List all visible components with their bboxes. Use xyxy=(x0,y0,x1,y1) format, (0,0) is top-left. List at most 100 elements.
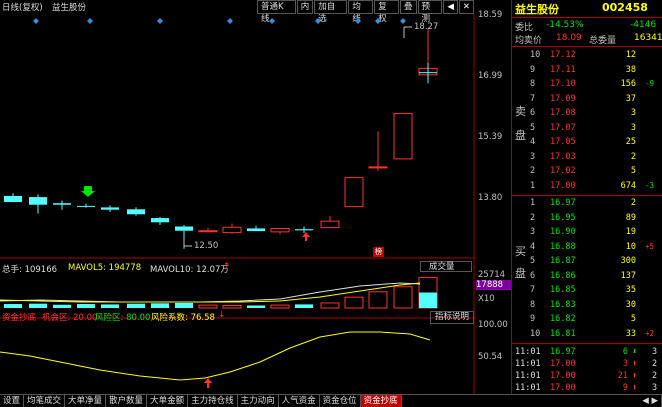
quote-stock-name: 益生股份 xyxy=(515,3,559,16)
order-change: +5 xyxy=(645,241,655,251)
order-book-row[interactable]: 4 17.05 25 xyxy=(512,137,662,149)
risk-coefficient: 风险系数: 76.58 xyxy=(151,313,215,323)
divider xyxy=(512,343,662,344)
order-level: 5 xyxy=(530,256,536,266)
order-volume: 3 xyxy=(630,122,636,133)
order-book-row[interactable]: 7 16.85 35 xyxy=(512,285,662,297)
candle-body xyxy=(77,205,95,207)
order-price: 16.85 xyxy=(550,285,576,295)
volume-axis-label: 25714 xyxy=(478,270,506,280)
candle-body xyxy=(320,220,340,229)
order-book-row[interactable]: 10 16.81 33 +2 xyxy=(512,329,662,341)
order-price: 17.00 xyxy=(550,180,576,191)
tab[interactable]: 大单金额 xyxy=(147,395,189,407)
candlestick xyxy=(393,112,413,160)
volume-bar xyxy=(127,303,145,308)
price-axis-label: 15.39 xyxy=(478,132,503,142)
order-volume: 3 xyxy=(630,108,636,118)
order-level: 3 xyxy=(530,151,536,162)
volume-bar xyxy=(320,302,340,309)
order-volume: 137 xyxy=(620,270,636,281)
candle-body xyxy=(393,112,413,160)
tick-time: 11:01 xyxy=(515,371,541,381)
order-volume: 674 xyxy=(620,180,636,191)
order-book-row[interactable]: 2 16.95 89 xyxy=(512,213,662,225)
order-volume: 89 xyxy=(625,212,636,223)
indicator-dropdown[interactable]: 成交量 xyxy=(420,261,472,272)
candle-body xyxy=(368,166,388,169)
order-book-row[interactable]: 3 16.90 19 xyxy=(512,227,662,239)
order-book-row[interactable]: 8 17.10 156 -9 xyxy=(512,79,662,91)
order-book-row[interactable]: 10 17.12 12 xyxy=(512,50,662,62)
order-level: 8 xyxy=(530,79,536,89)
order-volume: 38 xyxy=(625,64,636,75)
candlestick xyxy=(127,207,145,216)
kline-chart-panel: 日线(复权) 益生股份 普通K线 内 加自选 均线 复权 叠 预测 ◀ ✕ 18… xyxy=(0,0,512,394)
order-level: 3 xyxy=(530,227,536,237)
order-level: 2 xyxy=(530,166,536,176)
ranking-badge[interactable]: 榜 xyxy=(373,247,384,257)
order-volume: 35 xyxy=(625,285,636,295)
tab[interactable]: 散户数量 xyxy=(106,395,148,407)
order-volume: 33 xyxy=(625,328,636,339)
order-book-row[interactable]: 1 17.00 674 -3 xyxy=(512,181,662,193)
candle-body xyxy=(53,203,71,205)
tab[interactable]: 人气资金 xyxy=(279,395,320,407)
candle-body xyxy=(198,230,218,233)
order-price: 17.05 xyxy=(550,137,576,147)
tick-count: 2 xyxy=(652,371,658,381)
tick-count: 3 xyxy=(652,347,658,357)
order-level: 4 xyxy=(530,137,536,147)
candle-body xyxy=(4,195,22,203)
volume-bar xyxy=(101,304,119,308)
tab[interactable]: 资金仓位 xyxy=(320,395,361,407)
tab[interactable]: 设置 xyxy=(0,395,25,407)
tab[interactable]: 主力持仓线 xyxy=(188,395,238,407)
volume-bar xyxy=(368,291,388,309)
volume-bar xyxy=(151,303,169,308)
candlestick xyxy=(29,194,47,214)
volume-bar xyxy=(53,304,71,308)
tab[interactable]: 主力动向 xyxy=(238,395,279,407)
avg-sell-value: 18.09 xyxy=(556,33,582,43)
volume-total: 总手: 109166 xyxy=(2,265,58,275)
order-book-row[interactable]: 7 17.09 37 xyxy=(512,94,662,106)
chart-canvas[interactable] xyxy=(0,0,475,394)
tick-price: 17.00 xyxy=(550,371,576,381)
tick-time: 11:01 xyxy=(515,347,541,357)
mavol5-label: MAVOL5: 194778 xyxy=(68,263,142,273)
order-book-row[interactable]: 2 17.02 5 xyxy=(512,166,662,178)
indicator-help-button[interactable]: 指标说明 xyxy=(430,311,474,324)
tab[interactable]: 均笔成交 xyxy=(24,395,66,407)
candlestick xyxy=(295,226,313,234)
order-book-row[interactable]: 1 16.97 2 xyxy=(512,198,662,210)
order-book-row[interactable]: 9 17.11 38 xyxy=(512,65,662,77)
order-book-row[interactable]: 8 16.83 30 xyxy=(512,300,662,312)
candle-body xyxy=(151,218,169,223)
price-axis-label: 13.80 xyxy=(478,193,503,203)
order-level: 9 xyxy=(530,314,536,324)
order-book-row[interactable]: 3 17.03 2 xyxy=(512,152,662,164)
volume-bar xyxy=(222,304,242,309)
candlestick xyxy=(198,228,218,233)
order-level: 1 xyxy=(530,198,536,208)
tick-price: 16.97 xyxy=(550,347,576,357)
candlestick xyxy=(77,203,95,208)
order-book-row[interactable]: 4 16.88 10 +5 xyxy=(512,242,662,254)
tick-price: 17.00 xyxy=(550,383,576,393)
tab-scroll-icon[interactable]: ◀ ▶ xyxy=(639,395,662,407)
order-book-row[interactable]: 5 16.87 300 xyxy=(512,256,662,268)
tab[interactable]: 大单净量 xyxy=(65,395,107,407)
order-book-row[interactable]: 6 16.86 137 xyxy=(512,271,662,283)
tick-row: 11:01 16.97 6 ⬇ 3 xyxy=(512,347,662,359)
order-book-row[interactable]: 9 16.82 5 xyxy=(512,314,662,326)
order-price: 16.86 xyxy=(550,270,576,281)
tab[interactable]: 资金抄底 xyxy=(360,395,402,407)
order-price: 17.02 xyxy=(550,166,576,176)
order-book-row[interactable]: 5 17.07 3 xyxy=(512,123,662,135)
order-price: 17.03 xyxy=(550,151,576,162)
ratio-diff: -4146 xyxy=(630,20,657,30)
order-level: 6 xyxy=(530,270,536,281)
order-book-row[interactable]: 6 17.08 3 xyxy=(512,108,662,120)
down-arrow-icon: ⬇ xyxy=(632,347,638,357)
